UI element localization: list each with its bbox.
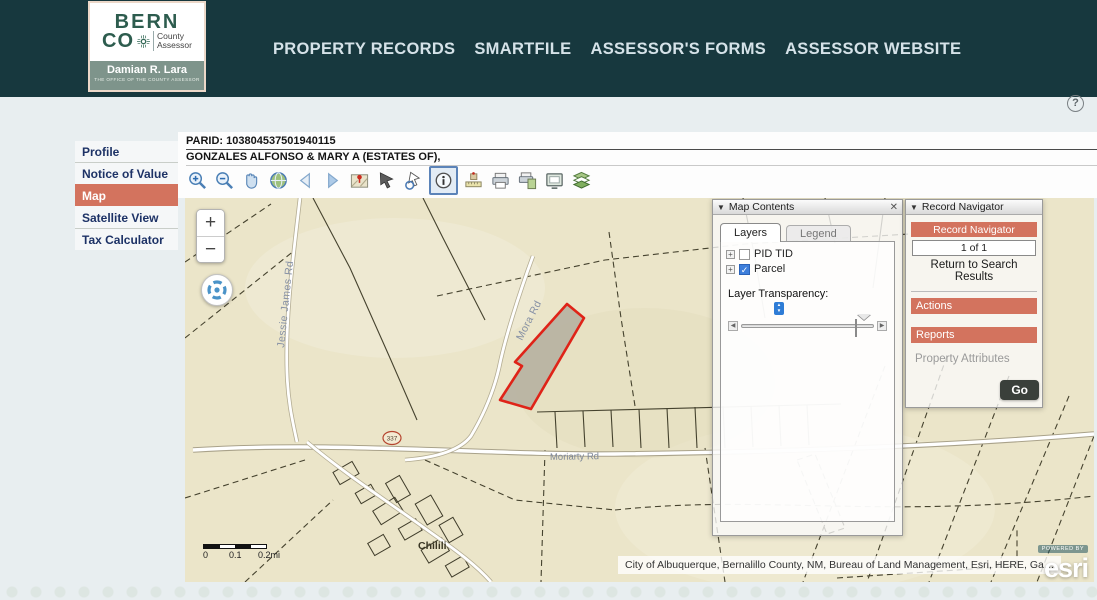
logo-bern-text: BERN: [115, 13, 180, 31]
property-attributes-link[interactable]: Property Attributes: [915, 353, 1037, 365]
next-extent-icon[interactable]: [321, 169, 344, 192]
assessor-tagline: THE OFFICE OF THE COUNTY ASSESSOR: [90, 77, 204, 82]
slider-thumb[interactable]: [855, 320, 870, 338]
crosshair-icon: [205, 278, 229, 302]
layers-tab-content: + PID TID + Parcel Layer Transparency: ▲…: [720, 241, 895, 522]
map-viewport[interactable]: 337 Jessie James Rd Mora Rd Moriarty Rd …: [185, 198, 1094, 582]
layer-row-pid-tid: + PID TID: [726, 248, 889, 260]
tab-layers[interactable]: Layers: [720, 223, 781, 242]
layers-icon[interactable]: [570, 169, 593, 192]
sidebar-nav: Profile Notice of Value Map Satellite Vi…: [75, 141, 178, 250]
top-nav: PROPERTY RECORDS SMARTFILE ASSESSOR'S FO…: [273, 40, 961, 59]
pan-tool-icon[interactable]: [240, 169, 263, 192]
transparency-stepper-icon[interactable]: ▲▼: [774, 302, 784, 315]
nav-assessors-forms[interactable]: ASSESSOR'S FORMS: [590, 40, 766, 59]
parid-value: PARID: 103804537501940115: [186, 135, 1097, 150]
layers-legend-tabs: Layers Legend: [720, 222, 895, 242]
help-icon[interactable]: ?: [1067, 95, 1084, 112]
assessor-map-page: BERN CO County Assessor Damian R. Lara: [0, 0, 1097, 600]
map-extent-icon[interactable]: [543, 169, 566, 192]
layer-label: PID TID: [754, 248, 793, 260]
header-bar: BERN CO County Assessor Damian R. Lara: [0, 0, 1097, 97]
map-zoom-control: + −: [196, 209, 225, 263]
sidebar-item-map[interactable]: Map: [75, 184, 178, 206]
sidebar-item-satellite-view[interactable]: Satellite View: [75, 206, 178, 228]
nav-smartfile[interactable]: SMARTFILE: [474, 40, 571, 59]
record-count-box: 1 of 1: [912, 240, 1036, 256]
pid-tid-checkbox[interactable]: [739, 249, 750, 260]
tab-legend[interactable]: Legend: [786, 225, 851, 242]
sidebar-item-tax-calculator[interactable]: Tax Calculator: [75, 228, 178, 250]
map-attribution: City of Albuquerque, Bernalillo County, …: [618, 556, 1061, 574]
return-to-search-link[interactable]: Return to Search Results: [911, 259, 1037, 283]
layer-row-parcel: + Parcel: [726, 263, 889, 275]
print-icon[interactable]: [489, 169, 512, 192]
map-zoom-in-button[interactable]: +: [197, 210, 224, 236]
actions-section-bar[interactable]: Actions: [911, 298, 1037, 314]
close-icon[interactable]: ✕: [890, 202, 898, 213]
map-contents-title: Map Contents: [729, 201, 794, 213]
record-navigator-banner: Record Navigator: [911, 222, 1037, 237]
scale-label-01: 0.1: [229, 550, 258, 560]
previous-extent-icon[interactable]: [294, 169, 317, 192]
collapse-caret-icon[interactable]: ▼: [910, 203, 918, 212]
zia-symbol-icon: [137, 35, 150, 48]
full-extent-globe-icon[interactable]: [267, 169, 290, 192]
map-toolbar: [186, 164, 593, 197]
record-header: PARID: 103804537501940115 GONZALES ALFON…: [186, 135, 1097, 166]
go-button[interactable]: Go: [1000, 380, 1039, 400]
sidebar-item-notice-of-value[interactable]: Notice of Value: [75, 162, 178, 184]
assessor-name: Damian R. Lara: [90, 64, 204, 76]
sidebar-item-profile[interactable]: Profile: [75, 141, 178, 162]
svg-text:337: 337: [387, 436, 398, 443]
scale-bar: 0 0.1 0.2mi: [203, 544, 283, 560]
parcel-checkbox[interactable]: [739, 264, 750, 275]
scale-label-0: 0: [203, 550, 229, 560]
route-shield-337: 337: [383, 432, 401, 445]
slider-left-arrow[interactable]: ◀: [728, 321, 738, 331]
nav-assessor-website[interactable]: ASSESSOR WEBSITE: [785, 40, 961, 59]
powered-by-label: POWERED BY: [1038, 545, 1088, 553]
zoom-out-tool-icon[interactable]: [213, 169, 236, 192]
measure-tool-icon[interactable]: [462, 169, 485, 192]
scale-label-02mi: 0.2mi: [258, 550, 280, 560]
layer-label: Parcel: [754, 263, 785, 275]
print-map-icon[interactable]: [516, 169, 539, 192]
place-label-chilili: Chilili: [418, 540, 447, 552]
transparency-slider: ◀ ▶: [728, 321, 887, 331]
map-contents-header[interactable]: ▼ Map Contents ✕: [713, 200, 902, 215]
logo-co-text: CO: [102, 32, 134, 50]
logo-assessor-text: Assessor: [157, 41, 192, 50]
map-contents-panel: ▼ Map Contents ✕ Layers Legend + PID TID: [712, 199, 903, 536]
reports-section-bar[interactable]: Reports: [911, 327, 1037, 343]
divider: [911, 291, 1037, 292]
record-navigator-panel: ▼ Record Navigator Record Navigator 1 of…: [905, 199, 1043, 408]
collapse-caret-icon[interactable]: ▼: [717, 203, 725, 212]
transparency-label: Layer Transparency:: [728, 288, 889, 300]
esri-brand-text: esri: [1038, 555, 1088, 581]
nav-property-records[interactable]: PROPERTY RECORDS: [273, 40, 455, 59]
pan-compass-button[interactable]: [201, 274, 233, 306]
identify-info-icon[interactable]: [429, 166, 458, 195]
locate-parcel-icon[interactable]: [348, 169, 371, 192]
select-features-icon[interactable]: [402, 169, 425, 192]
record-navigator-title: Record Navigator: [922, 201, 1004, 213]
select-tool-icon[interactable]: [375, 169, 398, 192]
map-zoom-out-button[interactable]: −: [197, 236, 224, 262]
slider-right-arrow[interactable]: ▶: [877, 321, 887, 331]
record-navigator-header[interactable]: ▼ Record Navigator: [906, 200, 1042, 215]
zoom-in-tool-icon[interactable]: [186, 169, 209, 192]
bernco-logo[interactable]: BERN CO County Assessor Damian R. Lara: [88, 1, 206, 92]
slider-track[interactable]: [741, 324, 874, 328]
expand-icon[interactable]: +: [726, 250, 735, 259]
esri-logo: POWERED BY esri: [1038, 537, 1088, 581]
page-footer-pattern: [0, 582, 1097, 600]
expand-icon[interactable]: +: [726, 265, 735, 274]
road-label-moriarty: Moriarty Rd: [550, 451, 599, 463]
